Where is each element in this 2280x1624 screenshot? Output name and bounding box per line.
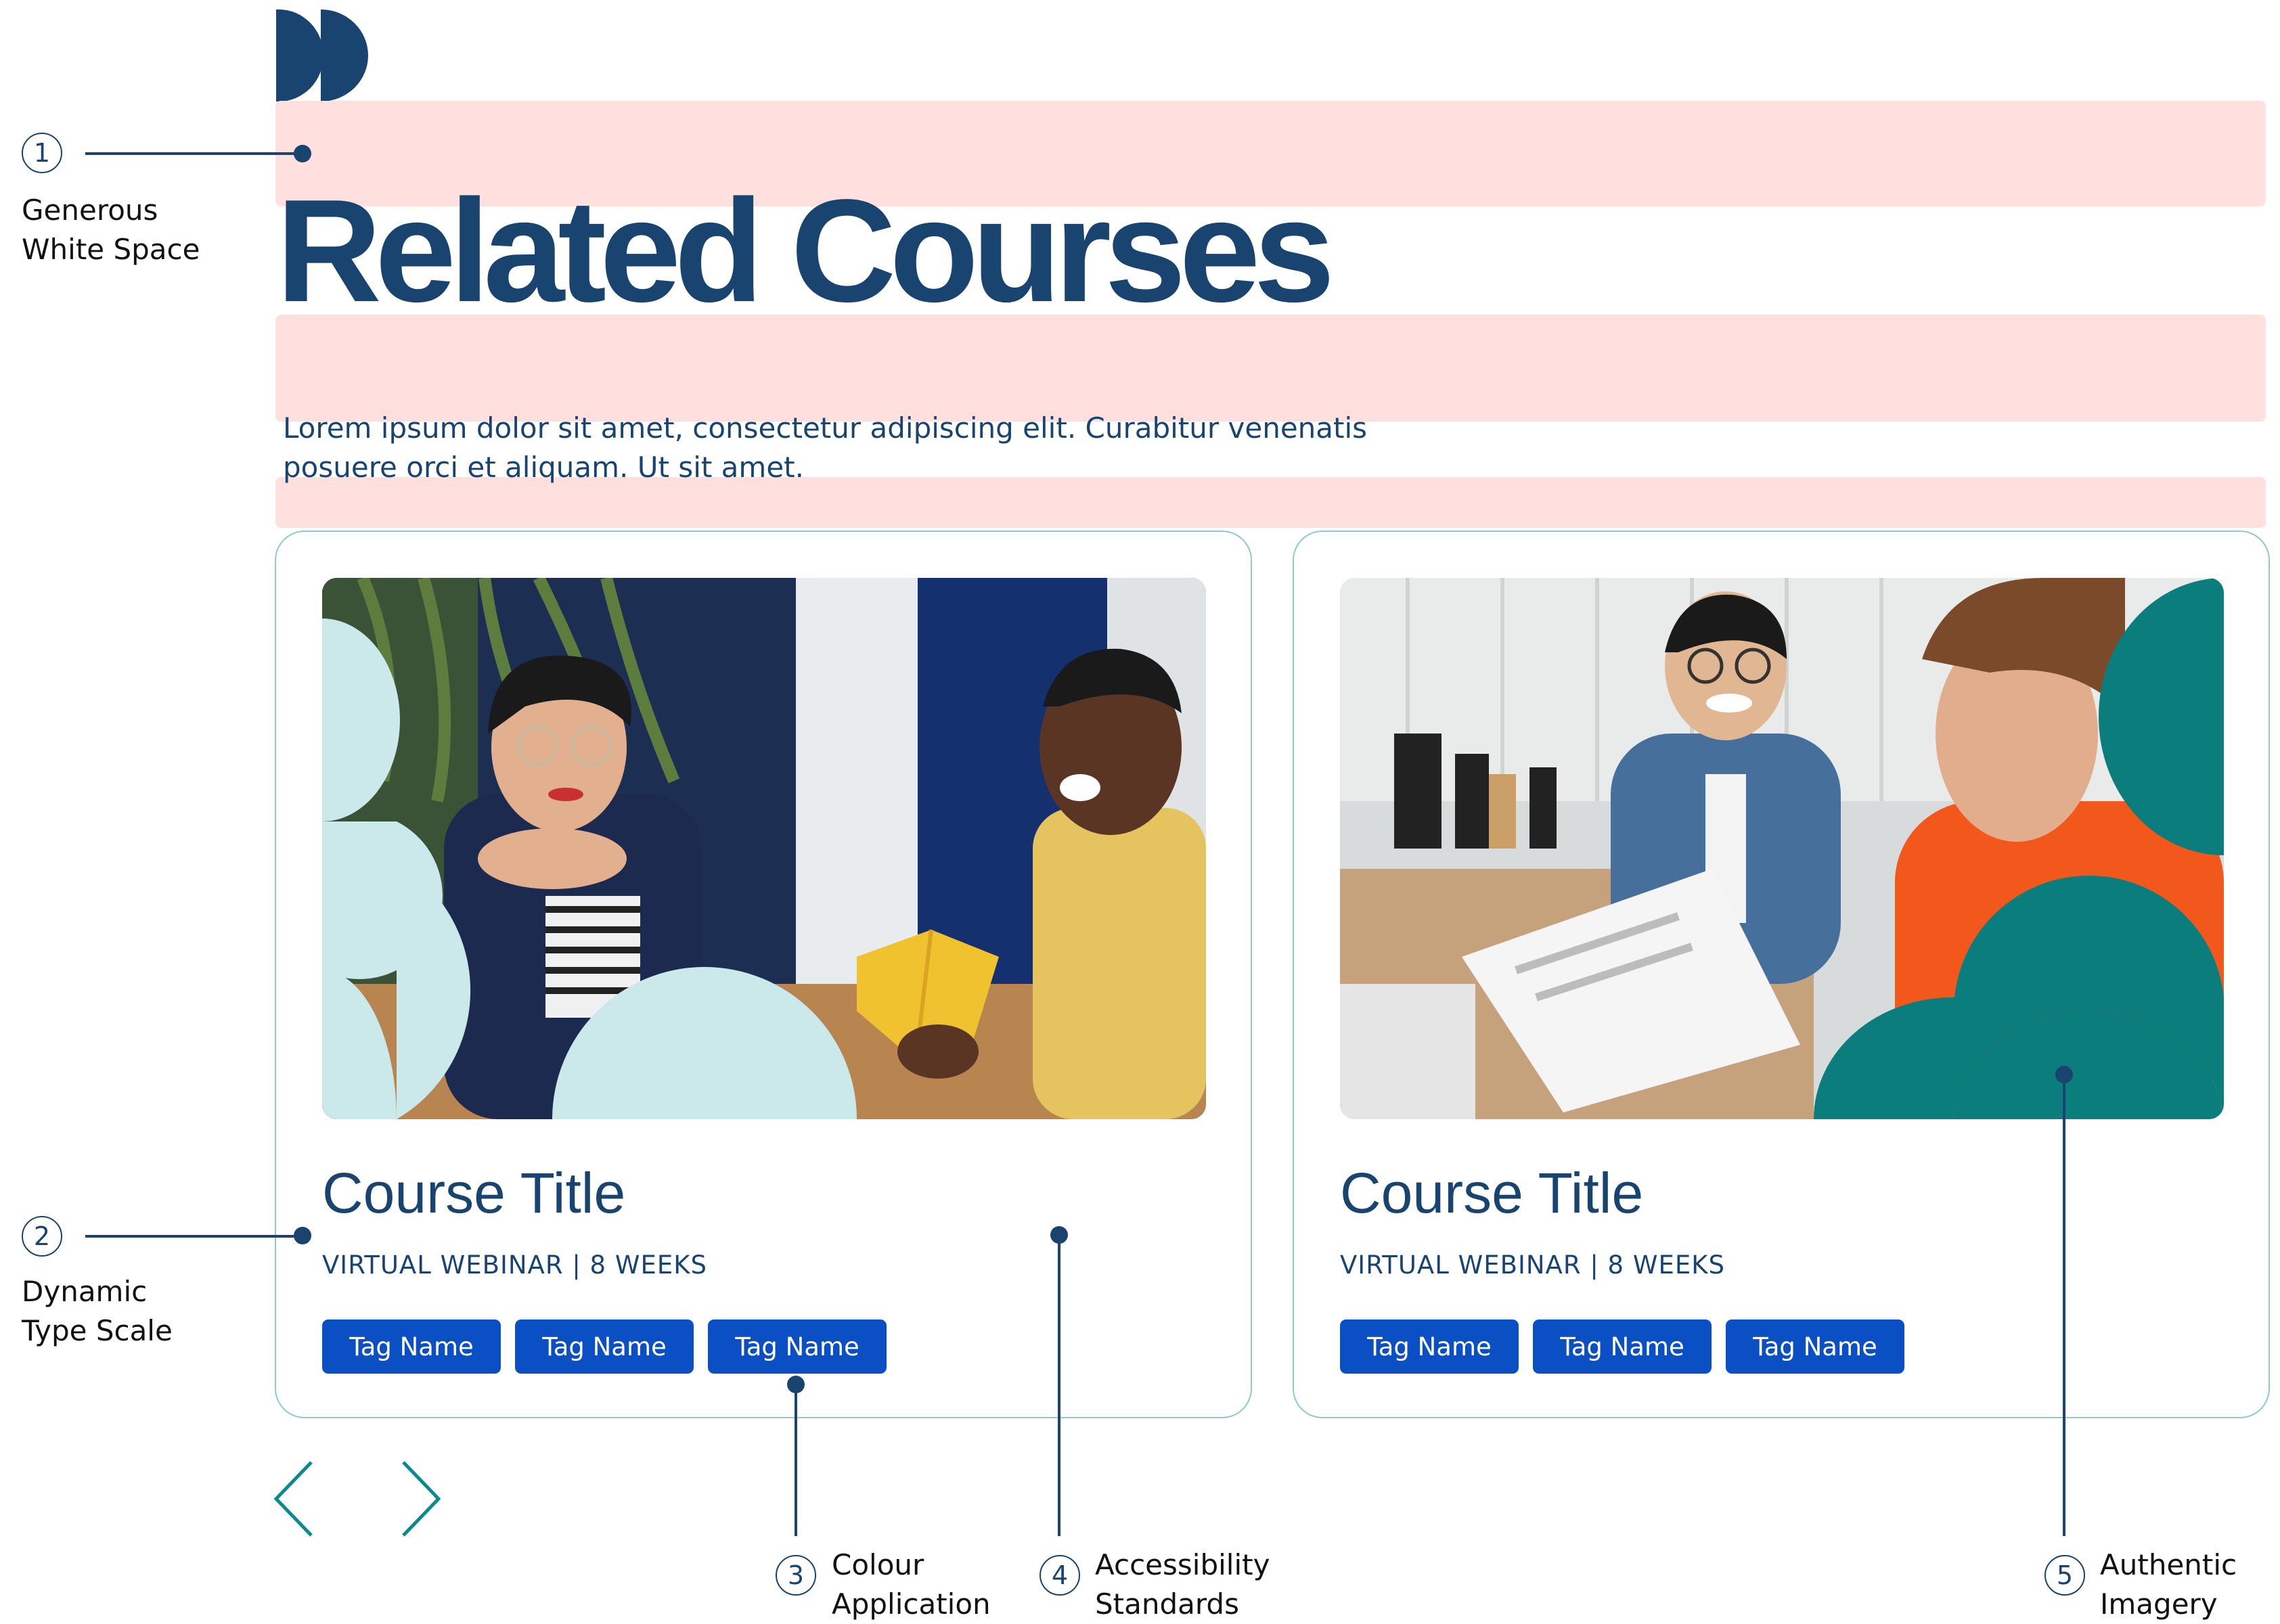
course-image-1 xyxy=(322,578,1206,1119)
annotation-label-1: Generous White Space xyxy=(22,191,200,269)
annotation-leader-1 xyxy=(85,152,302,155)
annotation-label-4: Accessibility Standards xyxy=(1095,1546,1270,1624)
annotation-number-2: 2 xyxy=(22,1216,62,1257)
tag-chip[interactable]: Tag Name xyxy=(322,1320,501,1374)
annotation-label-line: Imagery xyxy=(2100,1587,2218,1621)
annotation-number-4: 4 xyxy=(1040,1555,1080,1596)
annotation-label-line: Type Scale xyxy=(22,1314,173,1347)
tag-list: Tag Name Tag Name Tag Name xyxy=(1340,1320,1904,1374)
annotation-number-3: 3 xyxy=(776,1555,816,1596)
tag-chip[interactable]: Tag Name xyxy=(708,1320,887,1374)
annotation-number-1: 1 xyxy=(22,133,62,173)
chevron-left-icon[interactable] xyxy=(271,1458,318,1539)
card-title[interactable]: Course Title xyxy=(1340,1165,1643,1221)
course-card-2[interactable]: Course Title VIRTUAL WEBINAR | 8 WEEKS T… xyxy=(1293,531,2270,1418)
tag-chip[interactable]: Tag Name xyxy=(1533,1320,1712,1374)
card-meta: VIRTUAL WEBINAR | 8 WEEKS xyxy=(322,1250,707,1280)
intro-line-2: posuere orci et aliquam. Ut sit amet. xyxy=(283,451,804,484)
card-meta: VIRTUAL WEBINAR | 8 WEEKS xyxy=(1340,1250,1725,1280)
annotation-label-line: Accessibility xyxy=(1095,1548,1270,1581)
brand-logo xyxy=(276,9,369,102)
annotation-label-line: Authentic xyxy=(2100,1548,2237,1581)
annotation-label-line: Application xyxy=(832,1587,991,1621)
tag-chip[interactable]: Tag Name xyxy=(515,1320,694,1374)
course-card-1[interactable]: Course Title VIRTUAL WEBINAR | 8 WEEKS T… xyxy=(275,531,1252,1418)
intro-line-1: Lorem ipsum dolor sit amet, consectetur … xyxy=(283,411,1368,445)
annotation-label-3: Colour Application xyxy=(832,1546,991,1624)
annotation-leader-4 xyxy=(1058,1235,1060,1536)
annotation-leader-3 xyxy=(795,1384,797,1536)
annotation-leader-2 xyxy=(85,1235,302,1238)
annotation-label-line: Generous xyxy=(22,194,158,227)
annotation-dot-1 xyxy=(294,145,311,162)
tag-list: Tag Name Tag Name Tag Name xyxy=(322,1320,887,1374)
annotation-number-5: 5 xyxy=(2044,1555,2085,1596)
tag-chip[interactable]: Tag Name xyxy=(1726,1320,1904,1374)
annotation-label-5: Authentic Imagery xyxy=(2100,1546,2237,1624)
course-image-2 xyxy=(1340,578,2224,1119)
chevron-right-icon[interactable] xyxy=(397,1458,444,1539)
card-title[interactable]: Course Title xyxy=(322,1165,625,1221)
annotation-label-line: Colour xyxy=(832,1548,924,1581)
annotation-label-line: Dynamic xyxy=(22,1275,148,1308)
annotation-label-line: Standards xyxy=(1095,1587,1239,1621)
annotation-dot-2 xyxy=(294,1227,311,1244)
annotation-label-line: White Space xyxy=(22,233,200,266)
annotation-label-2: Dynamic Type Scale xyxy=(22,1272,173,1351)
annotation-leader-5 xyxy=(2063,1075,2065,1536)
page-title: Related Courses xyxy=(276,168,1335,332)
intro-paragraph: Lorem ipsum dolor sit amet, consectetur … xyxy=(283,409,1393,487)
tag-chip[interactable]: Tag Name xyxy=(1340,1320,1519,1374)
